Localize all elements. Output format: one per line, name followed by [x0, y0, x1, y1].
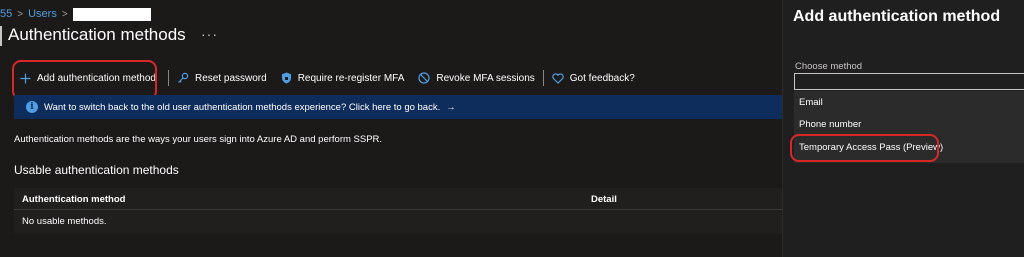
require-reregister-mfa-button[interactable]: Require re-register MFA: [281, 72, 405, 84]
table-row: No usable methods.: [14, 210, 782, 232]
title-accent-bar: [0, 26, 2, 46]
page-title: Authentication methods: [8, 25, 186, 44]
section-heading: Usable authentication methods: [14, 163, 179, 177]
chevron-right-icon: >: [61, 8, 68, 20]
breadcrumb-item-root[interactable]: 55: [0, 8, 12, 20]
feedback-label: Got feedback?: [569, 72, 635, 84]
require-reregister-mfa-label: Require re-register MFA: [297, 72, 405, 84]
usable-methods-table: Authentication method Detail No usable m…: [14, 188, 782, 234]
reset-password-button[interactable]: Reset password: [177, 72, 267, 84]
option-temporary-access-pass[interactable]: Temporary Access Pass (Preview): [799, 142, 943, 153]
plus-icon: [20, 73, 31, 83]
panel-title: Add authentication method: [793, 8, 1001, 25]
reset-password-label: Reset password: [194, 72, 267, 84]
column-header-detail: Detail: [591, 194, 617, 205]
arrow-right-icon: →: [446, 101, 456, 113]
add-method-panel: Add authentication method Choose method …: [782, 0, 1024, 257]
toolbar-divider: [167, 70, 169, 86]
add-authentication-method-label: Add authentication method: [37, 72, 156, 84]
option-email[interactable]: Email: [799, 97, 823, 108]
column-header-method: Authentication method: [22, 194, 126, 205]
block-icon: [418, 72, 430, 84]
banner-text: Want to switch back to the old user auth…: [44, 101, 441, 113]
more-options-icon[interactable]: ···: [201, 26, 218, 42]
method-options-list: Email Phone number Temporary Access Pass…: [794, 91, 1024, 163]
key-icon: [178, 72, 189, 83]
add-authentication-method-button[interactable]: Add authentication method: [12, 66, 160, 90]
shield-icon: [281, 72, 291, 84]
toolbar-divider: [542, 70, 544, 86]
toolbar: Add authentication method Reset password…: [12, 66, 635, 90]
info-icon: i: [26, 101, 38, 113]
description-text: Authentication methods are the ways your…: [14, 134, 383, 145]
feedback-button[interactable]: Got feedback?: [552, 73, 635, 84]
info-banner[interactable]: i Want to switch back to the old user au…: [14, 95, 782, 119]
option-phone-number[interactable]: Phone number: [799, 119, 861, 130]
breadcrumb: 55 > Users >: [0, 7, 151, 21]
revoke-mfa-sessions-label: Revoke MFA sessions: [436, 72, 535, 84]
empty-state-text: No usable methods.: [22, 216, 107, 227]
breadcrumb-item-users[interactable]: Users: [28, 8, 57, 20]
choose-method-dropdown[interactable]: [794, 73, 1024, 90]
heart-icon: [552, 72, 564, 84]
table-header: Authentication method Detail: [14, 188, 782, 210]
main-content: 55 > Users > Authentication methods ··· …: [0, 0, 782, 257]
revoke-mfa-sessions-button[interactable]: Revoke MFA sessions: [418, 72, 535, 84]
breadcrumb-item-redacted: [72, 7, 151, 21]
choose-method-label: Choose method: [795, 61, 863, 72]
chevron-right-icon: >: [17, 8, 24, 20]
